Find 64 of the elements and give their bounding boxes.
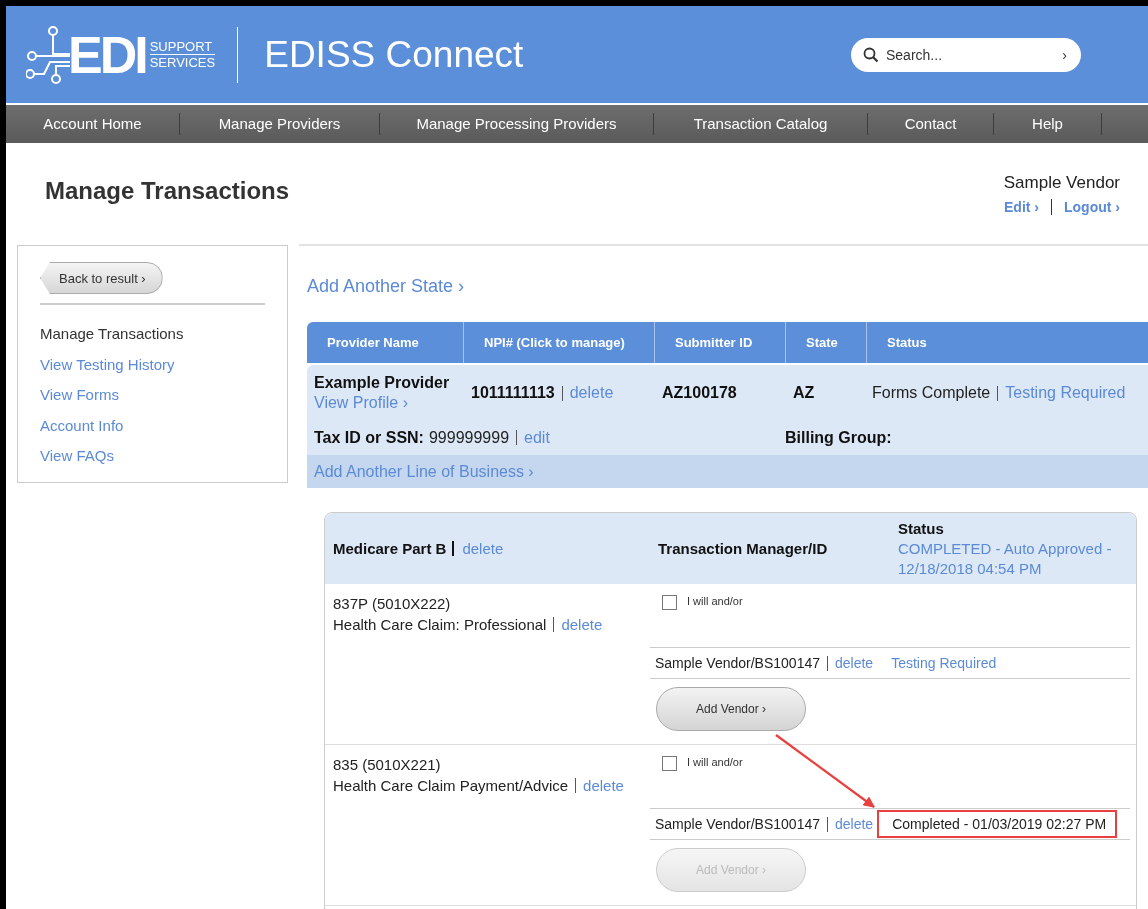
column-header: Status bbox=[898, 518, 944, 539]
submitter-id: AZ100178 bbox=[662, 384, 737, 402]
state-code: AZ bbox=[793, 384, 815, 402]
nav-link[interactable]: Account Home bbox=[6, 113, 180, 135]
go-button[interactable]: › bbox=[1062, 46, 1067, 63]
sidebar-link[interactable]: View FAQs bbox=[40, 441, 265, 472]
add-vendor-button[interactable]: Add Vendor › bbox=[656, 687, 806, 731]
user-link[interactable]: Edit › bbox=[1004, 199, 1039, 215]
add-state-link[interactable]: Add Another State › bbox=[307, 276, 465, 297]
status-text: COMPLETED - Auto Approved - 12/18/2018 04:54 PM bbox=[898, 538, 1113, 579]
npi-number: 1011111113 bbox=[471, 384, 555, 402]
checkbox[interactable] bbox=[662, 756, 677, 771]
delete-link[interactable]: delete bbox=[835, 655, 874, 671]
search-field[interactable]: Search... › bbox=[851, 37, 1081, 72]
delete-link[interactable]: delete bbox=[835, 816, 874, 832]
testing-required-link[interactable]: Testing Required bbox=[1005, 384, 1126, 402]
sidebar-link[interactable]: View Testing History bbox=[40, 349, 265, 380]
logo-subtitle: SUPPORT SERVICES bbox=[149, 39, 216, 70]
column-header: NPI# (Click to manage) bbox=[464, 322, 655, 363]
transaction-code: 835 (5010X221) bbox=[333, 755, 441, 775]
transaction-code: 837P (5010X222) bbox=[333, 594, 451, 614]
site-title: EDISS Connect bbox=[264, 33, 524, 76]
delete-link[interactable]: delete bbox=[569, 384, 614, 402]
edit-link[interactable]: edit bbox=[524, 429, 550, 446]
column-header: Submitter ID bbox=[655, 322, 786, 363]
back-button[interactable]: Back to result › bbox=[40, 262, 163, 294]
sidebar-link[interactable]: Manage Transactions bbox=[40, 319, 265, 350]
nav-link[interactable]: Manage Processing Providers bbox=[380, 113, 654, 135]
nav-link[interactable]: Transaction Catalog bbox=[654, 113, 868, 135]
vendor-name: Sample Vendor/BS100147 bbox=[655, 655, 820, 671]
sidebar-link[interactable]: Account Info bbox=[40, 410, 265, 441]
search-icon bbox=[863, 46, 879, 63]
add-line-link[interactable]: Add Another Line of Business › bbox=[314, 462, 534, 481]
vendor-name: Sample Vendor/BS100147 bbox=[655, 816, 820, 832]
nav-link[interactable]: Manage Providers bbox=[180, 113, 380, 135]
sidebar-link[interactable]: View Forms bbox=[40, 380, 265, 411]
delete-link[interactable]: delete bbox=[583, 777, 624, 794]
column-header: Provider Name bbox=[307, 322, 464, 363]
billing-label: Billing Group: bbox=[785, 429, 892, 447]
status-text: Forms Complete bbox=[872, 384, 991, 402]
user-name: Sample Vendor bbox=[1003, 173, 1120, 193]
column-header: State bbox=[786, 322, 867, 363]
column-header: Transaction Manager/ID bbox=[658, 540, 828, 557]
checkbox[interactable] bbox=[662, 595, 677, 610]
testing-required-link[interactable]: Testing Required bbox=[891, 652, 1007, 674]
logo-text: EDI bbox=[68, 28, 146, 81]
nav-link[interactable]: Contact bbox=[868, 113, 994, 135]
tax-label: Tax ID or SSN: bbox=[314, 429, 424, 446]
column-header: Status bbox=[867, 322, 1148, 363]
view-profile-link[interactable]: View Profile › bbox=[314, 393, 408, 413]
page-title: Manage Transactions bbox=[45, 177, 290, 206]
tax-value: 999999999 bbox=[428, 429, 510, 446]
provider-name: Example Provider bbox=[314, 373, 450, 393]
checkbox-label: I will and/or bbox=[687, 595, 743, 607]
transaction-name: Health Care Claim Payment/Advice bbox=[333, 777, 569, 794]
transaction-name: Health Care Claim: Professional bbox=[333, 616, 547, 633]
checkbox-label: I will and/or bbox=[687, 756, 743, 768]
user-link[interactable]: Logout › bbox=[1064, 199, 1120, 215]
delete-link[interactable]: delete bbox=[462, 540, 504, 557]
business-line-name: Medicare Part B bbox=[333, 540, 447, 557]
circuit-icon bbox=[26, 25, 70, 84]
delete-link[interactable]: delete bbox=[561, 616, 603, 633]
status-text: Completed - 01/03/2019 02:27 PM bbox=[877, 810, 1118, 838]
nav-link[interactable]: Help bbox=[994, 113, 1102, 135]
